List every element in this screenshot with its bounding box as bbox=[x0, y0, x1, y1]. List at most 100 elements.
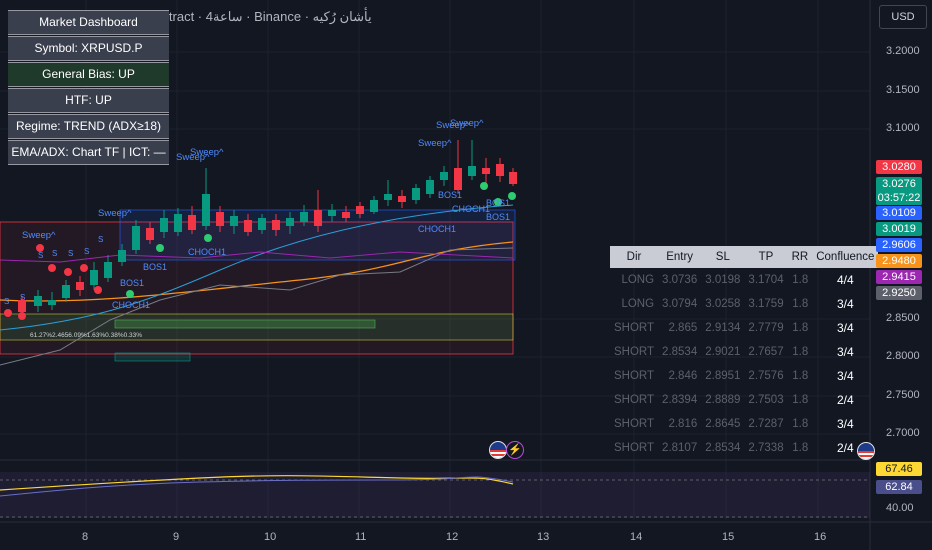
table-row: LONG 3.0794 3.0258 3.1759 1.8 3/4 bbox=[610, 292, 878, 316]
sweep-label: Sweep^ bbox=[418, 138, 452, 149]
candle-body bbox=[216, 212, 224, 226]
candle-body bbox=[384, 194, 392, 200]
ob-zone bbox=[114, 352, 191, 362]
table-cell: 2.7779 bbox=[748, 322, 784, 334]
dashboard-regime: Regime: TREND (ADX≥18) bbox=[8, 114, 169, 139]
time-axis-label: 9 bbox=[173, 531, 180, 543]
market-dashboard: Market Dashboard Symbol: XRPUSD.P Genera… bbox=[8, 10, 169, 166]
candle-body bbox=[34, 296, 42, 306]
choch-label: CHOCH1 bbox=[452, 204, 490, 214]
table-cell: 3.0258 bbox=[705, 298, 741, 310]
us-flag-icon[interactable] bbox=[489, 441, 507, 459]
candle-body bbox=[454, 168, 462, 190]
table-cell: 2.8534 bbox=[662, 346, 698, 358]
signal-label: S bbox=[52, 249, 57, 258]
sweep-label: Sweep^ bbox=[22, 230, 56, 241]
table-row: SHORT 2.865 2.9134 2.7779 1.8 3/4 bbox=[610, 316, 878, 340]
table-cell: SHORT bbox=[614, 322, 655, 334]
candle-body bbox=[314, 210, 322, 226]
table-cell: 3/4 bbox=[836, 297, 854, 311]
long-marker bbox=[126, 290, 134, 298]
table-header-confluence: Confluence bbox=[812, 246, 879, 268]
dashboard-symbol: Symbol: XRPUSD.P bbox=[8, 36, 169, 61]
candle-body bbox=[412, 188, 420, 200]
fib-bar bbox=[114, 319, 376, 329]
choch-label: CHOCH1 bbox=[418, 224, 456, 234]
signal-label: S bbox=[4, 297, 9, 306]
candle-body bbox=[328, 210, 336, 216]
price-label: 2.9415 bbox=[876, 270, 922, 284]
candle-body bbox=[76, 282, 84, 290]
long-marker bbox=[204, 234, 212, 242]
table-cell: 2.9134 bbox=[705, 322, 741, 334]
table-cell: SHORT bbox=[614, 418, 655, 430]
table-cell: 2.8394 bbox=[662, 394, 698, 406]
table-cell: 3.1759 bbox=[748, 298, 784, 310]
table-cell: SHORT bbox=[614, 442, 655, 454]
table-cell: 2.846 bbox=[668, 370, 698, 382]
currency-button[interactable]: USD bbox=[879, 5, 927, 29]
time-axis-label: 10 bbox=[264, 531, 277, 543]
price-axis-label: 3.2000 bbox=[886, 45, 920, 57]
candle-body bbox=[286, 218, 294, 226]
candle-body bbox=[482, 168, 490, 174]
table-cell: 2.9021 bbox=[705, 346, 741, 358]
table-cell: 2.7576 bbox=[748, 370, 784, 382]
osc-label-b: 62.84 bbox=[876, 480, 922, 494]
table-header-entry: Entry bbox=[658, 246, 702, 268]
table-header-tp: TP bbox=[744, 246, 788, 268]
table-row: SHORT 2.8394 2.8889 2.7503 1.8 2/4 bbox=[610, 388, 878, 412]
table-cell: 2.8645 bbox=[705, 418, 741, 430]
short-marker bbox=[80, 264, 88, 272]
price-label: 3.0019 bbox=[876, 222, 922, 236]
osc-axis-label: 40.00 bbox=[886, 502, 914, 514]
candle-body bbox=[440, 172, 448, 180]
table-cell: 2.7338 bbox=[748, 442, 784, 454]
table-cell: 1.8 bbox=[792, 394, 809, 406]
table-cell: SHORT bbox=[614, 394, 655, 406]
long-marker bbox=[156, 244, 164, 252]
candle-body bbox=[356, 206, 364, 214]
table-row: SHORT 2.816 2.8645 2.7287 1.8 3/4 bbox=[610, 412, 878, 436]
table-cell: 4/4 bbox=[836, 273, 854, 287]
signal-label: S bbox=[38, 251, 43, 260]
table-cell: 3/4 bbox=[836, 345, 854, 359]
long-marker bbox=[480, 182, 488, 190]
candle-body bbox=[104, 262, 112, 278]
table-cell: 3.0198 bbox=[705, 274, 741, 286]
candle-body bbox=[230, 216, 238, 226]
table-cell: SHORT bbox=[614, 346, 655, 358]
table-cell: 2.8107 bbox=[662, 442, 698, 454]
lightning-icon[interactable]: ⚡ bbox=[506, 441, 524, 459]
sweep-label: Sweep^ bbox=[190, 147, 224, 158]
table-cell: 1.8 bbox=[792, 322, 809, 334]
table-cell: 1.8 bbox=[792, 274, 809, 286]
table-cell: 1.8 bbox=[792, 298, 809, 310]
table-cell: 2.865 bbox=[668, 322, 698, 334]
table-cell: 3/4 bbox=[836, 417, 854, 431]
price-axis-label: 3.1500 bbox=[886, 84, 920, 96]
candle-body bbox=[146, 228, 154, 240]
candle-body bbox=[244, 220, 252, 232]
table-cell: 2.7503 bbox=[748, 394, 784, 406]
price-axis-label: 2.8000 bbox=[886, 350, 920, 362]
price-label: 2.9606 bbox=[876, 238, 922, 252]
price-label: 3.0109 bbox=[876, 206, 922, 220]
price-axis-label: 2.7500 bbox=[886, 389, 920, 401]
table-header-sl: SL bbox=[701, 246, 745, 268]
candle-body bbox=[468, 166, 476, 176]
candle-body bbox=[160, 218, 168, 232]
signal-label: S bbox=[20, 293, 25, 302]
table-cell: 2.8534 bbox=[705, 442, 741, 454]
table-header-dir: Dir bbox=[610, 246, 659, 268]
time-axis-label: 15 bbox=[722, 531, 735, 543]
short-marker bbox=[64, 268, 72, 276]
table-cell: 2.8951 bbox=[705, 370, 741, 382]
us-flag-icon[interactable] bbox=[857, 442, 875, 460]
candle-body bbox=[398, 196, 406, 202]
candle-body bbox=[300, 212, 308, 222]
choch-label: CHOCH1 bbox=[112, 300, 150, 310]
trades-table: Dir Entry SL TP RR Confluence LONG 3.0736 3.019… bbox=[610, 246, 879, 460]
candle-body bbox=[48, 300, 56, 305]
table-header-rr: RR bbox=[787, 246, 813, 268]
